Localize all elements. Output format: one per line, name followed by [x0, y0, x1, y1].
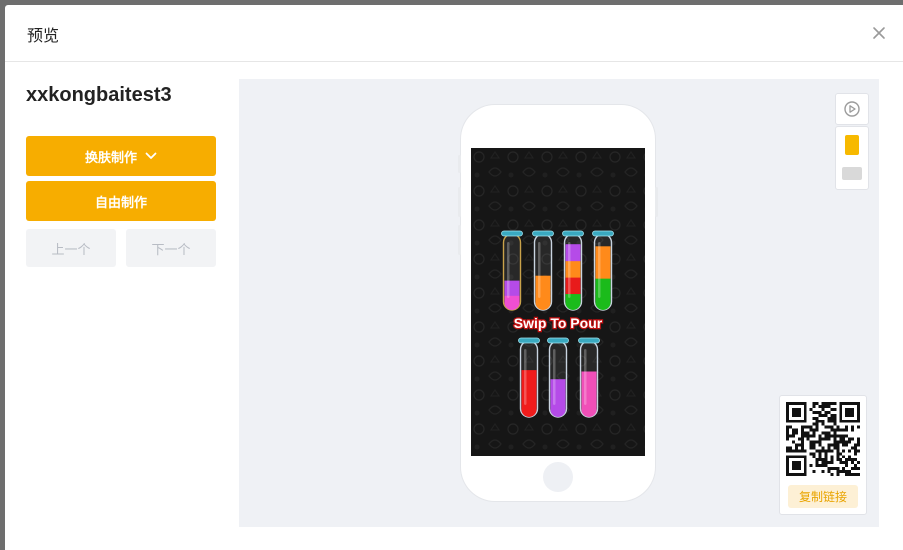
test-tube[interactable] [547, 337, 569, 418]
phone-power-button [655, 187, 658, 217]
test-tube[interactable] [532, 230, 554, 311]
tube-rim [562, 230, 584, 237]
tube-rim [578, 337, 600, 344]
liquid-layer [581, 371, 597, 417]
copy-link-button[interactable]: 复制链接 [788, 485, 858, 508]
liquid-layer [565, 277, 581, 295]
chevron-down-icon [145, 152, 157, 159]
liquid-layer [565, 260, 581, 278]
preview-modal: 预览 xxkongbaitest3 换肤制作 自由制作 上一个 下一个 Swip… [5, 5, 903, 550]
liquid-layer [565, 244, 581, 262]
test-tube[interactable] [592, 230, 614, 311]
phone-mute-switch [458, 155, 461, 173]
modal-title: 预览 [27, 26, 60, 45]
replay-button[interactable] [835, 93, 869, 125]
qr-code [786, 402, 860, 476]
liquid-layer [550, 379, 566, 417]
next-button[interactable]: 下一个 [126, 229, 216, 267]
liquid-layer [595, 278, 611, 310]
game-canvas[interactable]: Swip To Pour [471, 148, 645, 456]
test-tube[interactable] [518, 337, 540, 418]
phone-frame: Swip To Pour [458, 105, 658, 501]
left-panel: xxkongbaitest3 换肤制作 自由制作 上一个 下一个 [26, 83, 218, 267]
device-phone-option[interactable] [845, 135, 859, 155]
liquid-layer [535, 275, 551, 310]
next-label: 下一个 [151, 242, 191, 258]
game-caption: Swip To Pour [514, 315, 603, 331]
test-tube[interactable] [562, 230, 584, 311]
liquid-layer [595, 246, 611, 279]
copy-link-label: 复制链接 [798, 490, 847, 504]
tube-rim [501, 230, 523, 237]
phone-volume-down [458, 225, 461, 255]
liquid-layer [521, 370, 537, 417]
liquid-layer [504, 280, 520, 296]
free-make-label: 自由制作 [94, 195, 147, 211]
device-switcher [835, 126, 869, 190]
phone-home-button[interactable] [543, 462, 573, 492]
test-tube[interactable] [578, 337, 600, 418]
tube-rim [547, 337, 569, 344]
skin-make-label: 换肤制作 [84, 150, 137, 166]
device-tablet-option[interactable] [842, 167, 862, 180]
prev-button[interactable]: 上一个 [26, 229, 116, 267]
qr-share-card: 复制链接 [779, 395, 867, 515]
tube-rim [532, 230, 554, 237]
prev-label: 上一个 [51, 242, 91, 258]
free-make-button[interactable]: 自由制作 [26, 181, 216, 221]
phone-volume-up [458, 187, 461, 217]
modal-header: 预览 [5, 5, 903, 62]
test-tube[interactable] [501, 230, 523, 311]
tube-rim [518, 337, 540, 344]
project-name: xxkongbaitest3 [26, 84, 172, 106]
close-icon[interactable] [869, 23, 889, 43]
tube-rim [592, 230, 614, 237]
skin-make-button[interactable]: 换肤制作 [26, 136, 216, 176]
game-screen[interactable]: Swip To Pour [471, 148, 645, 456]
preview-area: Swip To Pour 复制链接 [239, 79, 879, 527]
replay-icon [844, 101, 860, 117]
